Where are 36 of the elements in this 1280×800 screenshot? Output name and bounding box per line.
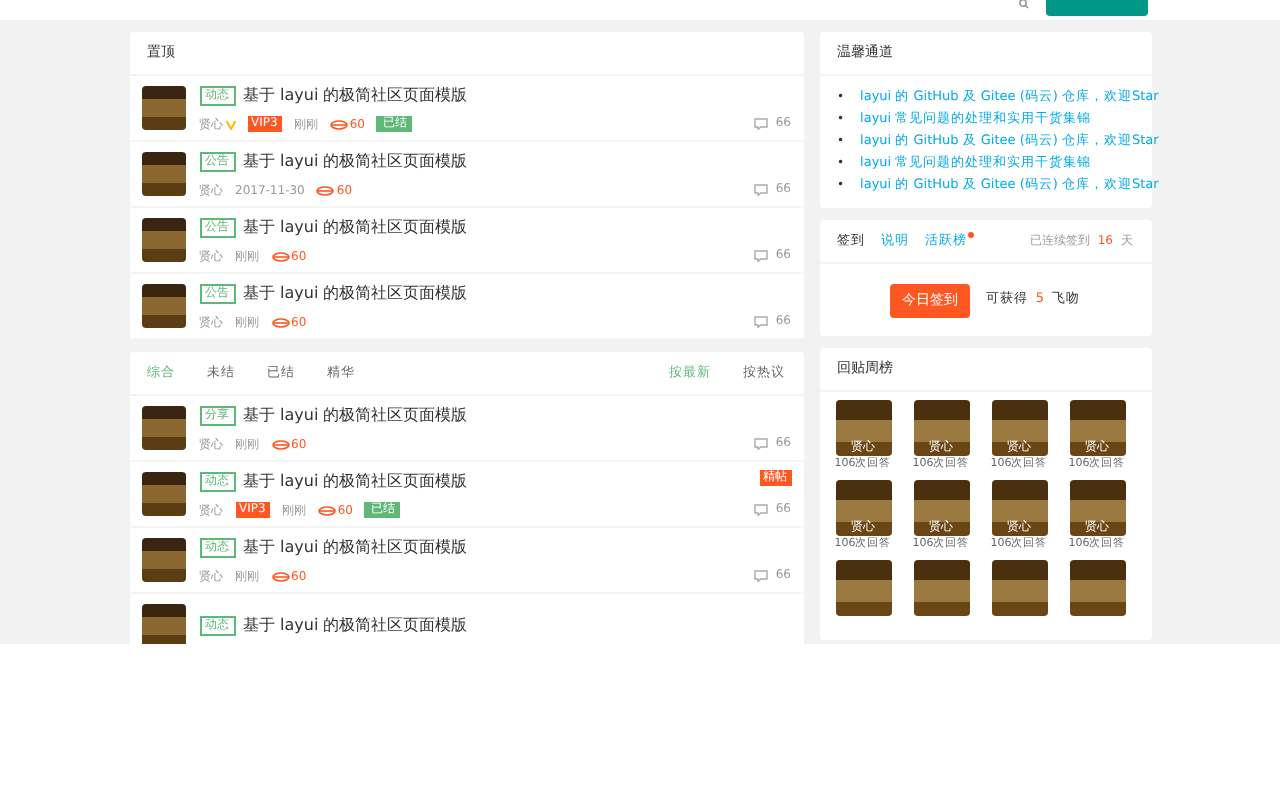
- avatar-photo-placeholder[interactable]: [913, 560, 969, 616]
- views-icon: [271, 571, 289, 581]
- post-title-link[interactable]: 基于 layui 的极简社区页面模版: [243, 614, 468, 638]
- avatar-photo-placeholder[interactable]: [141, 538, 185, 582]
- verified-icon: [225, 119, 235, 129]
- views-icon: [329, 119, 348, 129]
- post-title-link[interactable]: 基于 layui 的极简社区页面模版: [243, 281, 468, 305]
- views-icon: [317, 505, 336, 515]
- avatar-photo-placeholder[interactable]: [991, 560, 1047, 616]
- avatar-photo-placeholder[interactable]: [141, 152, 185, 196]
- comment-icon: [753, 183, 768, 195]
- avatar-photo-placeholder[interactable]: [141, 406, 185, 450]
- comment-icon: [753, 503, 768, 515]
- views-icon: [271, 439, 289, 449]
- post-title-link[interactable]: 基于 layui 的极简社区页面模版: [243, 215, 468, 239]
- views-icon: [271, 251, 289, 261]
- avatar-photo-placeholder[interactable]: [141, 604, 185, 644]
- comment-icon: [753, 117, 768, 129]
- avatar-photo-placeholder[interactable]: [141, 472, 185, 516]
- views-icon: [271, 317, 289, 327]
- comment-icon: [753, 315, 768, 327]
- avatar-photo-placeholder[interactable]: [1069, 560, 1125, 616]
- post-title-link[interactable]: 基于 layui 的极简社区页面模版: [243, 403, 468, 427]
- post-title-link[interactable]: 基于 layui 的极简社区页面模版: [243, 83, 468, 107]
- post-title-link[interactable]: 基于 layui 的极简社区页面模版: [243, 469, 468, 493]
- avatar-photo-placeholder[interactable]: [141, 86, 185, 130]
- avatar-photo-placeholder[interactable]: [141, 284, 185, 328]
- search-icon[interactable]: [1018, 0, 1030, 10]
- comment-icon: [753, 569, 768, 581]
- avatar-photo-placeholder[interactable]: [835, 560, 891, 616]
- post-title-link[interactable]: 基于 layui 的极简社区页面模版: [243, 535, 468, 559]
- comment-icon: [753, 249, 768, 261]
- views-icon: [316, 185, 335, 195]
- post-title-link[interactable]: 基于 layui 的极简社区页面模版: [243, 149, 468, 173]
- comment-icon: [753, 437, 768, 449]
- avatar-photo-placeholder[interactable]: [141, 218, 185, 262]
